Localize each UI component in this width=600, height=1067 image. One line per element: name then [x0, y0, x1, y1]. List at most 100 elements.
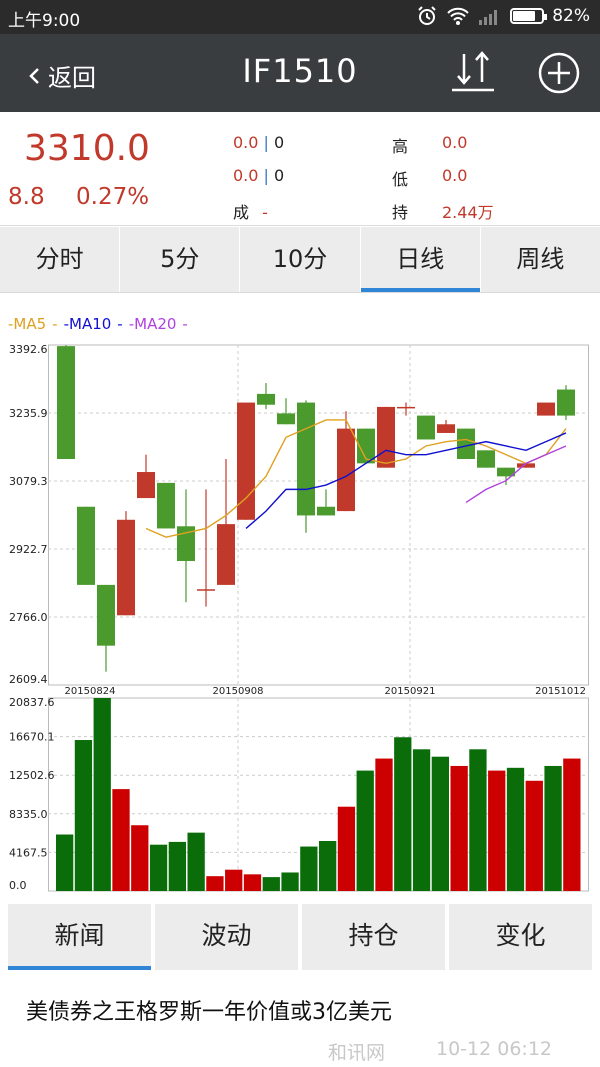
- high-value: 0.0: [442, 133, 468, 152]
- status-bar: 上午9:00 82%: [0, 0, 600, 34]
- low-label: 低: [392, 170, 409, 189]
- candle-body: [197, 589, 215, 591]
- bid-price: 0.0: [233, 133, 259, 152]
- volume-bar: [187, 832, 205, 891]
- ask-price: 0.0: [233, 166, 259, 185]
- add-button[interactable]: [536, 50, 586, 96]
- candle-body: [437, 424, 455, 433]
- candle-body: [417, 415, 435, 440]
- period-tabs: 分时 5分 10分 日线 周线: [0, 227, 600, 293]
- volume-bar: [469, 749, 487, 891]
- ma-legend: -MA5 - -MA10 - -MA20 -: [8, 315, 188, 333]
- price-tick-label: 3079.3: [9, 475, 48, 488]
- candle-body: [277, 413, 295, 425]
- tab-minute[interactable]: 分时: [0, 227, 121, 292]
- tab-news[interactable]: 新闻: [8, 904, 151, 970]
- volume-bar: [149, 844, 168, 891]
- volume-bar: [356, 770, 374, 891]
- volume-bar: [450, 765, 468, 891]
- candle-body: [137, 472, 155, 499]
- volume-bar: [281, 872, 299, 891]
- volume-tick-label: 12502.6: [9, 769, 55, 782]
- volume-bar: [131, 825, 149, 891]
- volume-label: 成: [233, 203, 250, 222]
- battery-percent: 82%: [552, 6, 590, 26]
- low-value: 0.0: [442, 166, 468, 185]
- volume-bar: [563, 758, 581, 891]
- plus-circle-icon: [538, 52, 580, 94]
- price-tick-label: 2766.0: [9, 611, 48, 624]
- volume-bar: [525, 780, 543, 891]
- legend-ma20: -MA20: [128, 315, 177, 333]
- high-label: 高: [392, 137, 409, 156]
- quote-panel: 3310.0 8.8 0.27% 0.0 | 0 0.0 | 0 成 - 高 0…: [0, 112, 600, 226]
- battery-icon: [510, 8, 548, 24]
- ask-separator: |: [263, 166, 269, 185]
- candle-body: [77, 506, 95, 585]
- bid-separator: |: [263, 133, 269, 152]
- sort-button[interactable]: [448, 50, 498, 96]
- volume-bar: [56, 834, 74, 891]
- volume-bar: [206, 876, 224, 891]
- candle-body: [157, 482, 175, 529]
- volume-row: 成 -: [233, 199, 268, 223]
- candle-body: [457, 428, 475, 459]
- volume-bar: [337, 806, 356, 891]
- volume-tick-label: 16670.1: [9, 731, 55, 744]
- ask-volume: 0: [274, 166, 285, 185]
- price-change: 8.8: [8, 184, 45, 210]
- volume-tick-label: 4167.5: [9, 846, 48, 859]
- volume-bar: [375, 758, 393, 891]
- volume-bar: [112, 789, 130, 891]
- ma5-line: [145, 419, 567, 538]
- volume-bar: [488, 770, 506, 891]
- price-tick-label: 3392.6: [9, 343, 48, 356]
- volume-bar: [319, 840, 337, 891]
- date-label: 20150921: [385, 686, 436, 697]
- tab-5min[interactable]: 5分: [120, 227, 241, 292]
- candle-body: [557, 389, 575, 416]
- news-headline: 美债券之王格罗斯一年价值或3亿美元: [26, 1000, 392, 1025]
- ask-row: 0.0 | 0: [233, 166, 284, 185]
- news-time: 10-12 06:12: [436, 1038, 553, 1060]
- bid-volume: 0: [274, 133, 285, 152]
- open-interest-label: 持: [392, 203, 409, 222]
- volume-bar: [74, 740, 93, 891]
- alarm-icon: [418, 6, 436, 25]
- volume-bar: [93, 698, 111, 891]
- price-tick-label: 2922.7: [9, 543, 48, 556]
- date-label: 20150908: [213, 686, 264, 697]
- price-tick-label: 3235.9: [9, 407, 48, 420]
- news-source: 和讯网: [328, 1042, 386, 1064]
- volume-bar: [431, 756, 449, 891]
- volume-bar: [225, 869, 243, 891]
- volume-tick-label: 8335.0: [9, 808, 48, 821]
- date-label: 20150824: [65, 686, 116, 697]
- legend-ma5: -MA5: [8, 315, 47, 333]
- volume-bar: [262, 877, 280, 891]
- candle-body: [57, 346, 75, 459]
- volume-bar: [300, 846, 318, 891]
- legend-dash: -: [182, 315, 188, 333]
- legend-dash: -: [52, 315, 58, 333]
- volume-value: -: [262, 203, 268, 222]
- wifi-icon: [447, 7, 469, 25]
- volume-tick-label: 0.0: [9, 879, 27, 892]
- open-interest-value: 2.44万: [442, 203, 494, 222]
- tab-volatility[interactable]: 波动: [155, 904, 298, 970]
- legend-ma10: -MA10: [63, 315, 112, 333]
- candle-body: [397, 406, 415, 409]
- date-label: 20151012: [535, 686, 586, 697]
- candle-body: [477, 450, 495, 468]
- tab-daily[interactable]: 日线: [360, 227, 481, 292]
- volume-bar: [544, 765, 562, 891]
- tab-10min[interactable]: 10分: [240, 227, 361, 292]
- tab-weekly[interactable]: 周线: [481, 227, 600, 292]
- kline-chart[interactable]: -MA5 - -MA10 - -MA20 - 3392.6 3235.9 3079.…: [0, 293, 600, 900]
- price-change-percent: 0.27%: [76, 184, 150, 210]
- tab-change[interactable]: 变化: [449, 904, 592, 970]
- chart-canvas: 3392.6 3235.9 3079.3 2922.7 2766.0 2609.4 2015…: [9, 343, 589, 892]
- tab-position[interactable]: 持仓: [302, 904, 445, 970]
- candle-body: [117, 519, 135, 616]
- news-item[interactable]: 美债券之王格罗斯一年价值或3亿美元 和讯网 10-12 06:12: [0, 972, 600, 1067]
